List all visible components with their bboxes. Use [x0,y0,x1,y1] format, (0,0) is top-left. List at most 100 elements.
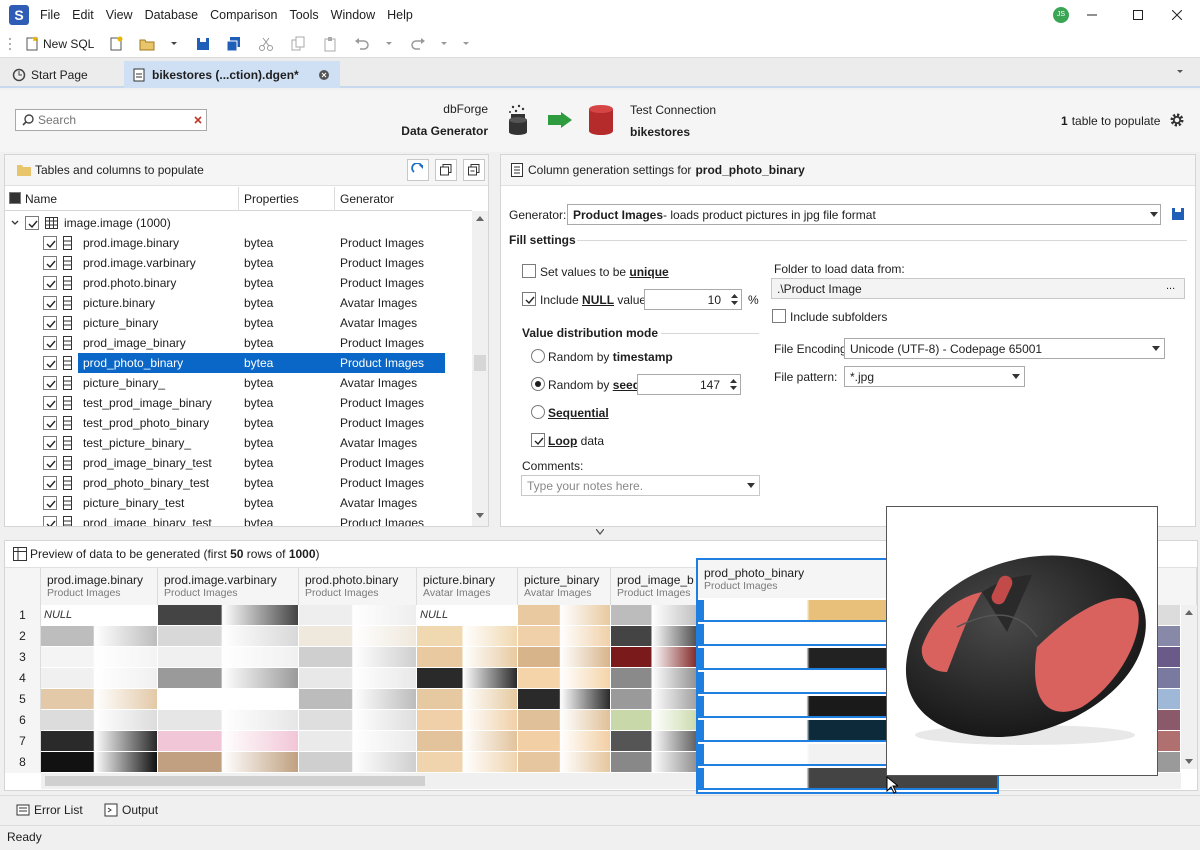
preview-image-cell[interactable] [299,731,417,752]
column-checkbox[interactable] [43,396,57,410]
preview-image-cell[interactable] [417,626,518,647]
comments-field[interactable]: Type your notes here. [521,475,760,496]
error-list-tab[interactable]: Error List [16,803,83,817]
preview-image-cell[interactable] [1155,731,1181,752]
preview-image-cell[interactable] [41,689,158,710]
preview-column-header[interactable]: picture.binary Avatar Images [417,568,518,605]
column-checkbox[interactable] [43,356,57,370]
paste-button[interactable] [322,35,338,53]
preview-image-cell[interactable] [41,647,158,668]
column-row[interactable]: prod_image_binary bytea Product Images [5,333,445,353]
preview-column-header[interactable]: prod.image.binary Product Images [41,568,158,605]
column-checkbox[interactable] [43,516,57,526]
column-row[interactable]: prod_photo_binary_test bytea Product Image… [5,473,445,493]
column-checkbox[interactable] [43,316,57,330]
include-null-checkbox[interactable] [522,292,536,306]
column-row[interactable]: test_prod_photo_binary bytea Product Image… [5,413,445,433]
preview-image-cell[interactable] [417,668,518,689]
menu-file[interactable]: File [40,8,60,22]
column-row[interactable]: picture_binary bytea Avatar Images [5,313,445,333]
preview-image-cell[interactable] [417,731,518,752]
preview-column-header[interactable]: prod_image_binaProduct Images [611,568,701,605]
redo-dropdown[interactable] [440,35,448,53]
preview-image-cell[interactable] [611,710,701,731]
preview-image-cell[interactable] [299,689,417,710]
new-document-button[interactable] [108,35,124,53]
search-input[interactable] [38,112,188,128]
toolbar-overflow[interactable] [462,35,470,53]
undo-dropdown[interactable] [385,35,393,53]
preview-image-cell[interactable] [299,710,417,731]
column-row[interactable]: prod_image_binary_test bytea Product Image… [5,453,445,473]
unique-checkbox[interactable] [522,264,536,278]
output-tab[interactable]: Output [104,803,158,817]
preview-image-cell[interactable] [518,752,611,773]
preview-image-cell[interactable]: NULL [417,605,518,626]
minimize-button[interactable] [1069,0,1115,30]
preview-image-cell[interactable] [299,605,417,626]
chevron-down-icon[interactable] [747,483,755,489]
column-row[interactable]: test_picture_binary_ bytea Avatar Images [5,433,445,453]
preview-image-cell[interactable] [518,689,611,710]
column-checkbox[interactable] [43,256,57,270]
chevron-down-icon[interactable] [11,219,19,227]
preview-image-cell[interactable] [158,668,299,689]
splitter-collapse-icon[interactable] [596,529,604,535]
preview-image-cell[interactable] [611,668,701,689]
preview-image-cell[interactable] [299,668,417,689]
tab-start-page[interactable]: Start Page [4,61,96,88]
preview-image-cell[interactable] [299,626,417,647]
preview-image-cell[interactable] [518,647,611,668]
column-checkbox[interactable] [43,476,57,490]
preview-column-header[interactable]: prod.image.varbinary Product Images [158,568,299,605]
preview-image-cell[interactable] [611,731,701,752]
column-checkbox[interactable] [43,416,57,430]
preview-image-cell[interactable] [41,752,158,773]
menu-edit[interactable]: Edit [72,8,94,22]
collapse-all-button[interactable] [463,159,485,181]
tabs-dropdown[interactable] [1176,68,1184,76]
column-row[interactable]: prod_photo_binary bytea Product Images [5,353,445,373]
open-button[interactable] [139,35,155,53]
column-checkbox[interactable] [43,336,57,350]
preview-image-cell[interactable]: NULL [41,605,158,626]
preview-image-cell[interactable] [611,605,701,626]
hscroll-thumb[interactable] [45,776,425,786]
preview-image-cell[interactable] [518,605,611,626]
preview-image-cell[interactable] [417,689,518,710]
preview-image-cell[interactable] [158,752,299,773]
column-checkbox[interactable] [43,276,57,290]
col-name-header[interactable]: Name [25,192,57,206]
preview-image-cell[interactable] [158,626,299,647]
preview-image-cell[interactable] [1155,710,1181,731]
preview-image-cell[interactable] [417,647,518,668]
preview-image-cell[interactable] [1155,689,1181,710]
random-seed-radio[interactable] [531,377,545,391]
user-avatar[interactable]: JS [1053,7,1069,23]
select-all-checkbox[interactable] [9,192,21,204]
preview-image-cell[interactable] [158,605,299,626]
preview-image-cell[interactable] [518,668,611,689]
preview-image-cell[interactable] [299,752,417,773]
preview-image-cell[interactable] [417,752,518,773]
preview-column-header[interactable]: picture_binary Avatar Images [518,568,611,605]
column-row[interactable]: prod_image_binary_test bytea Product Image… [5,513,445,526]
cut-button[interactable] [258,35,274,53]
close-window-button[interactable] [1154,0,1200,30]
preview-image-cell[interactable] [41,710,158,731]
col-properties-header[interactable]: Properties [244,192,299,206]
pattern-select[interactable]: *.jpg [844,366,1025,387]
scroll-down-icon[interactable] [476,513,484,519]
column-checkbox[interactable] [43,296,57,310]
preview-image-cell[interactable] [41,731,158,752]
new-sql-button[interactable]: New SQL [24,35,94,53]
generator-select[interactable]: Product Images - loads product pictures … [567,204,1161,225]
undo-button[interactable] [354,35,370,53]
preview-image-cell[interactable] [1155,668,1181,689]
include-subfolders-checkbox[interactable] [772,309,786,323]
preview-image-cell[interactable] [518,710,611,731]
preview-image-cell[interactable] [158,710,299,731]
scroll-up-icon[interactable] [1185,609,1193,615]
preview-image-cell[interactable] [158,647,299,668]
col-generator-header[interactable]: Generator [340,192,394,206]
